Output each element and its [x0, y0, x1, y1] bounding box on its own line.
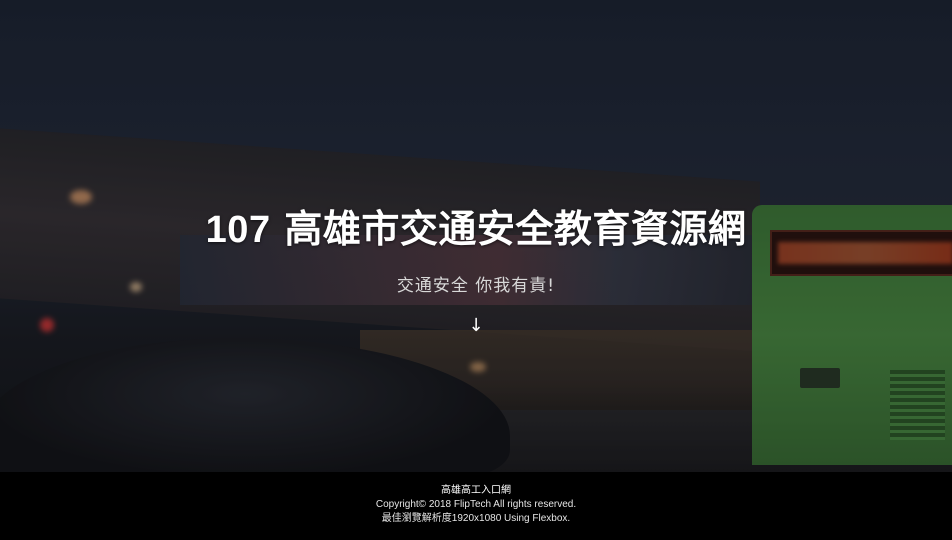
page-subtitle: 交通安全 你我有責! [396, 276, 556, 296]
arrow-down-icon[interactable]: ↓ [462, 312, 490, 340]
footer-copyright: Copyright© 2018 FlipTech All rights rese… [375, 499, 577, 510]
title-text: 高雄市交通安全教育資源網 [284, 207, 747, 251]
page-footer: 高雄高工入口網 Copyright© 2018 FlipTech All rig… [0, 472, 952, 540]
footer-browser-note: 最佳瀏覽解析度1920x1080 Using Flexbox. [381, 513, 571, 524]
footer-site-name: 高雄高工入口網 [441, 485, 511, 496]
hero-section: 107 高雄市交通安全教育資源網 交通安全 你我有責! ↓ [0, 0, 952, 472]
page-title: 107 高雄市交通安全教育資源網 [0, 202, 952, 257]
title-number: 107 [205, 209, 271, 251]
